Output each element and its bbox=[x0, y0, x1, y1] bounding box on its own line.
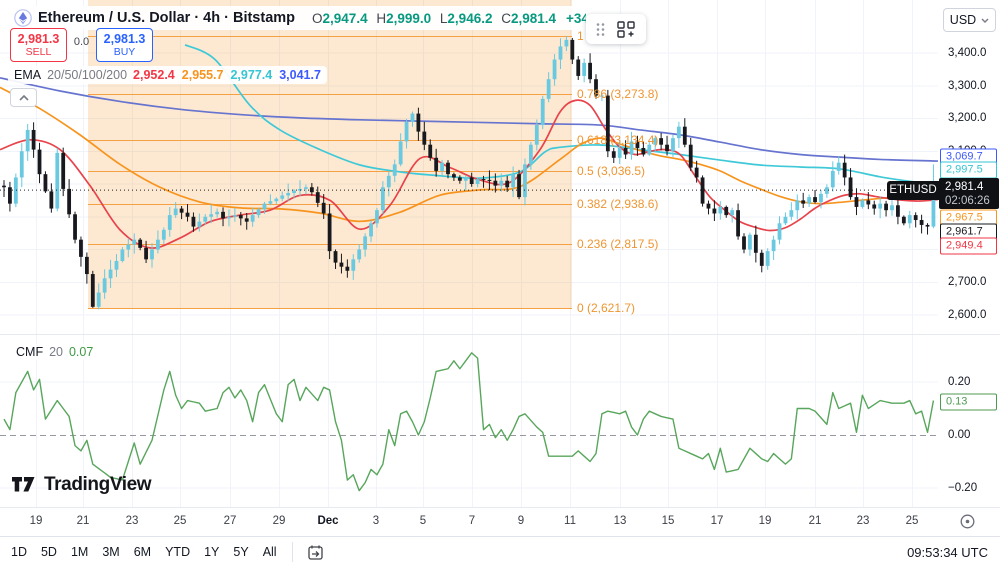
fib-level-label: 0.5 (3,036.5) bbox=[577, 164, 645, 178]
time-axis-label: 17 bbox=[711, 515, 724, 527]
collapse-legend-button[interactable] bbox=[10, 88, 37, 107]
sell-button[interactable]: 2,981.3 SELL bbox=[10, 28, 67, 62]
currency-selector[interactable]: USD bbox=[943, 8, 996, 32]
add-layout-icon[interactable] bbox=[616, 19, 636, 39]
time-axis-label: 7 bbox=[469, 515, 475, 527]
price-line-badge: 2,997.5 bbox=[940, 162, 997, 179]
fib-level-label: 0.236 (2,817.5) bbox=[577, 237, 658, 251]
range-button-all[interactable]: All bbox=[256, 542, 284, 562]
range-button-3m[interactable]: 3M bbox=[95, 542, 126, 562]
floating-toolbar[interactable] bbox=[586, 14, 646, 44]
range-button-6m[interactable]: 6M bbox=[127, 542, 158, 562]
ema-value: 2,955.7 bbox=[182, 68, 224, 82]
drag-handle-icon[interactable] bbox=[596, 22, 605, 37]
symbol-legend[interactable]: Ethereum / U.S. Dollar · 4h · Bitstamp O… bbox=[8, 6, 586, 30]
ema-value: 3,041.7 bbox=[279, 68, 321, 82]
range-button-5y[interactable]: 5Y bbox=[226, 542, 255, 562]
time-axis-label: 21 bbox=[77, 515, 90, 527]
calendar-icon bbox=[307, 544, 324, 561]
sell-price: 2,981.3 bbox=[18, 32, 60, 46]
cmf-value: 0.07 bbox=[69, 345, 93, 359]
cmf-axis-tick: −0.20 bbox=[948, 482, 977, 494]
ema-value: 2,977.4 bbox=[230, 68, 272, 82]
price-tick: 2,600.0 bbox=[948, 309, 986, 321]
range-button-1m[interactable]: 1M bbox=[64, 542, 95, 562]
price-tick: 2,700.0 bbox=[948, 276, 986, 288]
chevron-down-icon bbox=[981, 18, 989, 23]
price-tick: 3,400.0 bbox=[948, 47, 986, 59]
low-value: 2,946.2 bbox=[447, 11, 492, 26]
change-value: +34.4 (+1.1 bbox=[566, 11, 586, 26]
price-tick: 3,200.0 bbox=[948, 112, 986, 124]
range-button-5d[interactable]: 5D bbox=[34, 542, 64, 562]
bottom-toolbar: 1D5D1M3M6MYTD1Y5YAll 09:53:34 UTC bbox=[0, 536, 1000, 567]
fib-level-label: 1 bbox=[577, 29, 584, 43]
time-axis-label: 9 bbox=[518, 515, 524, 527]
buy-price: 2,981.3 bbox=[104, 32, 146, 46]
tradingview-mark-icon bbox=[12, 477, 36, 493]
price-tick: 3,300.0 bbox=[948, 80, 986, 92]
fib-level-label: 0 (2,621.7) bbox=[577, 301, 635, 315]
bar-countdown: 02:06:26 bbox=[945, 194, 999, 208]
spread-value: 0.0 bbox=[67, 36, 96, 48]
time-axis-label: 21 bbox=[809, 515, 822, 527]
ema-values: 2,952.4 2,955.7 2,977.4 3,041.7 bbox=[133, 68, 321, 82]
close-value: 2,981.4 bbox=[511, 11, 556, 26]
time-axis-label: 3 bbox=[373, 515, 379, 527]
current-price: 2,981.4 bbox=[945, 180, 999, 194]
time-axis-label: 19 bbox=[30, 515, 43, 527]
range-buttons: 1D5D1M3M6MYTD1Y5YAll bbox=[4, 542, 284, 562]
range-button-ytd[interactable]: YTD bbox=[158, 542, 197, 562]
cmf-value-badge: 0.13 bbox=[940, 394, 997, 411]
timezone-settings-icon[interactable] bbox=[959, 513, 976, 530]
ethereum-logo-icon bbox=[14, 9, 32, 27]
ema-value: 2,952.4 bbox=[133, 68, 175, 82]
cmf-axis-tick: 0.20 bbox=[948, 376, 970, 388]
time-axis-label: Dec bbox=[317, 515, 338, 527]
time-axis-label: 19 bbox=[759, 515, 772, 527]
tradingview-logo[interactable]: TradingView bbox=[12, 474, 151, 496]
pane-separator[interactable] bbox=[0, 334, 1000, 335]
current-price-label: 2,981.4 02:06:26 bbox=[939, 178, 999, 209]
time-axis-label: 13 bbox=[614, 515, 627, 527]
time-axis-label: 25 bbox=[906, 515, 919, 527]
time-axis-label: 25 bbox=[174, 515, 187, 527]
ohlc-readout: O2,947.4 H2,999.0 L2,946.2 C2,981.4 bbox=[307, 11, 556, 26]
time-axis-label: 29 bbox=[273, 515, 286, 527]
time-axis-label: 5 bbox=[420, 515, 426, 527]
price-line-badge: 2,949.4 bbox=[940, 238, 997, 255]
cmf-axis-tick: 0.00 bbox=[948, 429, 970, 441]
buy-button[interactable]: 2,981.3 BUY bbox=[96, 28, 153, 62]
symbol-title: Ethereum / U.S. Dollar · 4h · Bitstamp bbox=[38, 10, 295, 26]
time-axis-label: 27 bbox=[224, 515, 237, 527]
time-axis-label: 11 bbox=[564, 515, 576, 527]
range-button-1y[interactable]: 1Y bbox=[197, 542, 226, 562]
time-axis-label: 23 bbox=[857, 515, 870, 527]
fib-level-label: 0.618 (3,134.4) bbox=[577, 133, 658, 147]
chevron-up-icon bbox=[19, 95, 29, 101]
time-axis-label: 23 bbox=[126, 515, 139, 527]
toolbar-divider bbox=[292, 542, 293, 562]
symbol-price-tag: ETHUSD bbox=[887, 181, 939, 200]
time-axis[interactable]: 19 21 23 25 27 29 Dec 3 5 7 9 11 13 15 17 19 21 23 25 bbox=[0, 507, 1000, 536]
ema-legend[interactable]: EMA 20/50/100/200 2,952.42,955.72,977.43… bbox=[8, 66, 327, 84]
range-button-1d[interactable]: 1D bbox=[4, 542, 34, 562]
time-axis-label: 15 bbox=[662, 515, 675, 527]
go-to-date-button[interactable] bbox=[301, 542, 330, 563]
cmf-indicator-legend[interactable]: CMF 20 0.07 bbox=[12, 344, 97, 360]
high-value: 2,999.0 bbox=[386, 11, 431, 26]
fib-level-label: 0.786 (3,273.8) bbox=[577, 87, 658, 101]
tradingview-chart-window: Ethereum / U.S. Dollar · 4h · Bitstamp O… bbox=[0, 0, 1000, 567]
fib-level-label: 0.382 (2,938.6) bbox=[577, 197, 658, 211]
clock: 09:53:34 UTC bbox=[907, 545, 988, 560]
open-value: 2,947.4 bbox=[323, 11, 368, 26]
